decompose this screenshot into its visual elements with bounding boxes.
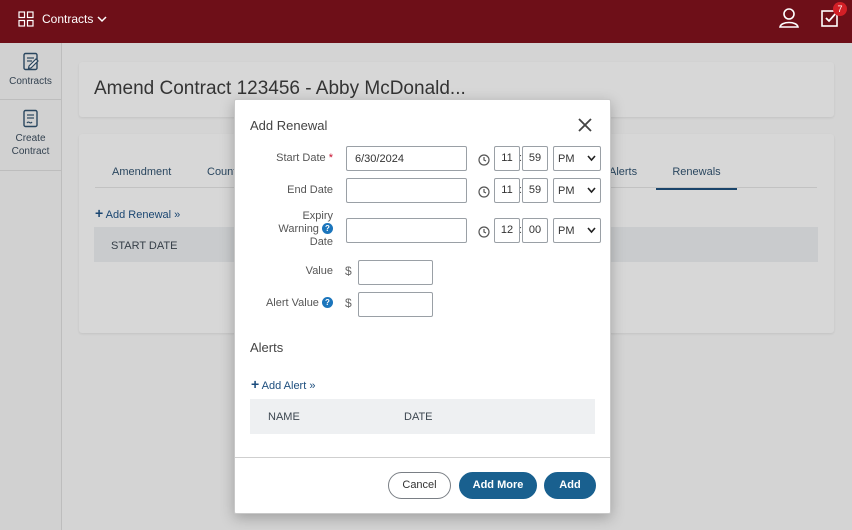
clock-icon [478,186,490,198]
end-ampm-value: PM [558,185,575,197]
expiry-label-line2-text: Warning [278,223,319,235]
alert-value-input[interactable] [358,292,433,317]
help-icon[interactable]: ? [322,297,333,308]
tasks-button[interactable]: 7 [820,2,847,29]
clock-icon [478,154,490,166]
expiry-minute-input[interactable]: 00 [522,218,548,243]
add-alert-label: Add Alert » [261,380,316,392]
alert-value-label-text: Alert Value [265,297,319,309]
task-count-badge: 7 [833,2,847,16]
value-input[interactable] [358,260,433,285]
start-hour-input[interactable]: 11 [494,146,520,171]
expiry-label-line2: Warning ? [255,223,333,236]
alert-value-label: Alert Value ? [255,297,333,309]
add-alert-link[interactable]: + Add Alert » [251,376,315,392]
top-bar: Contracts 7 [0,0,852,43]
currency-symbol: $ [345,264,352,278]
end-minute-input[interactable]: 59 [522,178,548,203]
currency-symbol: $ [345,296,352,310]
user-icon[interactable] [778,7,800,29]
expiry-label-line3: Date [309,236,333,248]
end-date-label: End Date [287,184,333,196]
chevron-down-icon [97,15,107,22]
end-hour-input[interactable]: 11 [494,178,520,203]
module-switcher[interactable]: Contracts [42,12,107,26]
close-icon[interactable] [576,116,594,134]
chevron-down-icon [587,187,596,194]
expiry-ampm-value: PM [558,225,575,237]
dialog-title: Add Renewal [250,118,328,133]
column-header-name: NAME [268,411,300,423]
end-date-input[interactable] [346,178,467,203]
start-date-label: Start Date * [255,152,333,164]
chevron-down-icon [587,227,596,234]
apps-grid-icon[interactable] [18,11,34,27]
expiry-label-line1: Expiry [302,210,333,222]
start-date-label-text: Start Date [276,152,326,164]
cancel-button[interactable]: Cancel [388,472,451,499]
clock-icon [478,226,490,238]
end-ampm-select[interactable]: PM [553,178,601,203]
expiry-hour-input[interactable]: 12 [494,218,520,243]
add-renewal-dialog: Add Renewal Start Date * 11 : 59 PM End … [234,99,611,514]
required-marker: * [328,152,333,164]
start-minute-input[interactable]: 59 [522,146,548,171]
alerts-heading: Alerts [250,340,284,355]
value-label: Value [305,265,333,277]
start-date-input[interactable] [346,146,467,171]
alerts-table-header: NAME DATE [250,399,595,434]
module-label: Contracts [42,12,94,26]
dialog-footer-divider [235,457,610,458]
help-icon[interactable]: ? [322,223,333,234]
add-more-button[interactable]: Add More [459,472,537,499]
expiry-warning-date-label: Expiry Warning ? Date [255,210,333,249]
expiry-ampm-select[interactable]: PM [553,218,601,243]
start-ampm-value: PM [558,153,575,165]
add-button[interactable]: Add [544,472,596,499]
expiry-warning-date-input[interactable] [346,218,467,243]
plus-icon: + [251,376,260,392]
start-ampm-select[interactable]: PM [553,146,601,171]
chevron-down-icon [587,155,596,162]
column-header-date: DATE [404,411,433,423]
